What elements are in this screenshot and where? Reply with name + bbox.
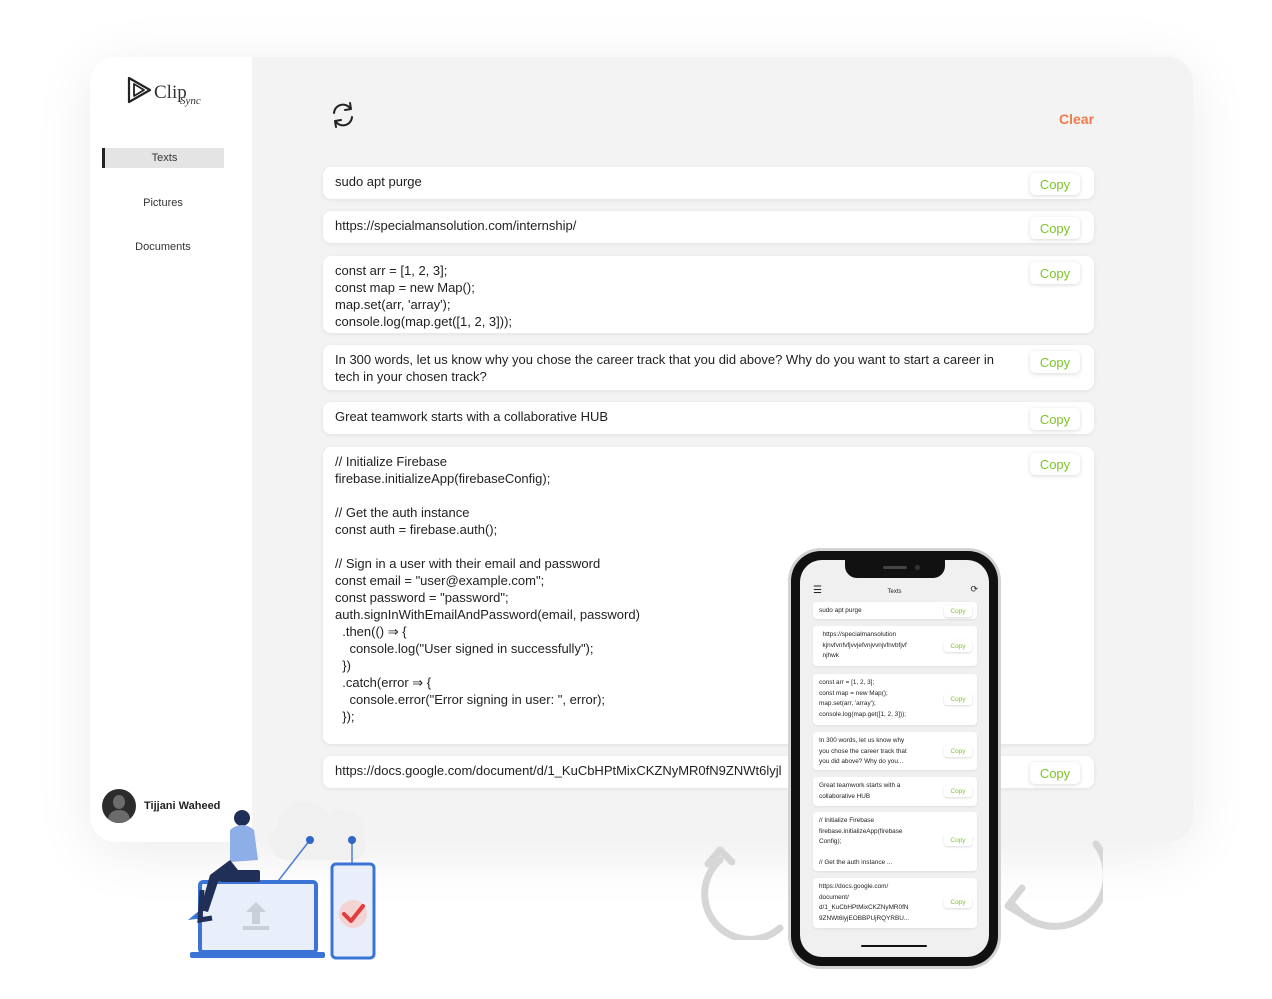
- upload-illustration-icon: [188, 802, 376, 960]
- phone-clip-card: https://specialmansolution kjnvfvnfvfjvv…: [813, 626, 977, 666]
- phone-mockup: ☰ Texts ⟳ sudo apt purge Copy https://sp…: [791, 551, 998, 966]
- phone-copy-button[interactable]: Copy: [944, 834, 972, 846]
- logo-mark-icon: [127, 76, 152, 104]
- clip-card: sudo apt purge Copy: [323, 167, 1094, 199]
- sidebar-item-texts[interactable]: Texts: [102, 148, 224, 168]
- sidebar-item-label: Documents: [135, 241, 191, 253]
- phone-notch: [845, 560, 945, 578]
- refresh-icon[interactable]: ⟳: [970, 584, 978, 595]
- phone-clip-text: sudo apt purge: [819, 607, 862, 614]
- phone-clip-text: // Initialize Firebase firebase.initiali…: [819, 817, 903, 866]
- phone-clip-text: const arr = [1, 2, 3]; const map = new M…: [819, 679, 907, 718]
- clip-text: https://specialmansolution.com/internshi…: [335, 218, 577, 233]
- phone-copy-button[interactable]: Copy: [944, 640, 972, 652]
- phone-copy-button[interactable]: Copy: [944, 693, 972, 705]
- clip-card: const arr = [1, 2, 3]; const map = new M…: [323, 256, 1094, 333]
- copy-button[interactable]: Copy: [1030, 217, 1080, 239]
- phone-clip-card: // Initialize Firebase firebase.initiali…: [813, 812, 977, 871]
- clip-card: In 300 words, let us know why you chose …: [323, 345, 1094, 390]
- copy-button[interactable]: Copy: [1030, 762, 1080, 784]
- phone-clip-text: In 300 words, let us know why you chose …: [819, 737, 907, 765]
- phone-copy-button[interactable]: Copy: [944, 745, 972, 757]
- clip-text: sudo apt purge: [335, 174, 422, 189]
- sidebar-item-pictures[interactable]: Pictures: [102, 193, 224, 213]
- phone-clip-card: In 300 words, let us know why you chose …: [813, 732, 977, 770]
- phone-clip-card: Great teamwork starts with a collaborati…: [813, 777, 977, 806]
- clear-button[interactable]: Clear: [1059, 111, 1094, 127]
- clip-card: Great teamwork starts with a collaborati…: [323, 402, 1094, 434]
- phone-clip-card: const arr = [1, 2, 3]; const map = new M…: [813, 674, 977, 725]
- sidebar-item-documents[interactable]: Documents: [102, 237, 224, 257]
- phone-clip-text: https://docs.google.com/ document/ d/1_K…: [819, 883, 910, 922]
- copy-button[interactable]: Copy: [1030, 173, 1080, 195]
- phone-title: Texts: [887, 589, 902, 595]
- home-indicator: [861, 945, 927, 947]
- clipsync-logo: Clip Sync: [126, 75, 216, 115]
- sync-arrow-left-icon: [701, 846, 784, 940]
- copy-button[interactable]: Copy: [1030, 408, 1080, 430]
- phone-clip-text: https://specialmansolution kjnvfvnfvfjvv…: [822, 631, 907, 659]
- refresh-icon[interactable]: [328, 100, 358, 130]
- phone-clip-card: sudo apt purge Copy: [813, 602, 977, 619]
- phone-clip-text: Great teamwork starts with a collaborati…: [819, 782, 901, 800]
- sidebar: Clip Sync Texts Pictures Documents Tijja…: [90, 57, 252, 842]
- phone-copy-button[interactable]: Copy: [944, 605, 972, 617]
- clip-card: https://specialmansolution.com/internshi…: [323, 211, 1094, 243]
- clip-text: const arr = [1, 2, 3]; const map = new M…: [335, 263, 513, 329]
- clip-text: In 300 words, let us know why you chose …: [335, 352, 995, 384]
- avatar: [102, 789, 136, 823]
- sidebar-item-label: Texts: [151, 152, 178, 164]
- copy-button[interactable]: Copy: [1030, 351, 1080, 373]
- sidebar-item-label: Pictures: [143, 197, 183, 209]
- copy-button[interactable]: Copy: [1030, 262, 1080, 284]
- phone-screen: ☰ Texts ⟳ sudo apt purge Copy https://sp…: [800, 560, 989, 957]
- copy-button[interactable]: Copy: [1030, 453, 1080, 475]
- phone-copy-button[interactable]: Copy: [944, 896, 972, 908]
- phone-clip-card: https://docs.google.com/ document/ d/1_K…: [813, 878, 977, 928]
- logo-sub: Sync: [180, 95, 201, 107]
- sync-arrow-right-icon: [1004, 840, 1103, 930]
- phone-copy-button[interactable]: Copy: [944, 785, 972, 797]
- clip-text: Great teamwork starts with a collaborati…: [335, 409, 609, 424]
